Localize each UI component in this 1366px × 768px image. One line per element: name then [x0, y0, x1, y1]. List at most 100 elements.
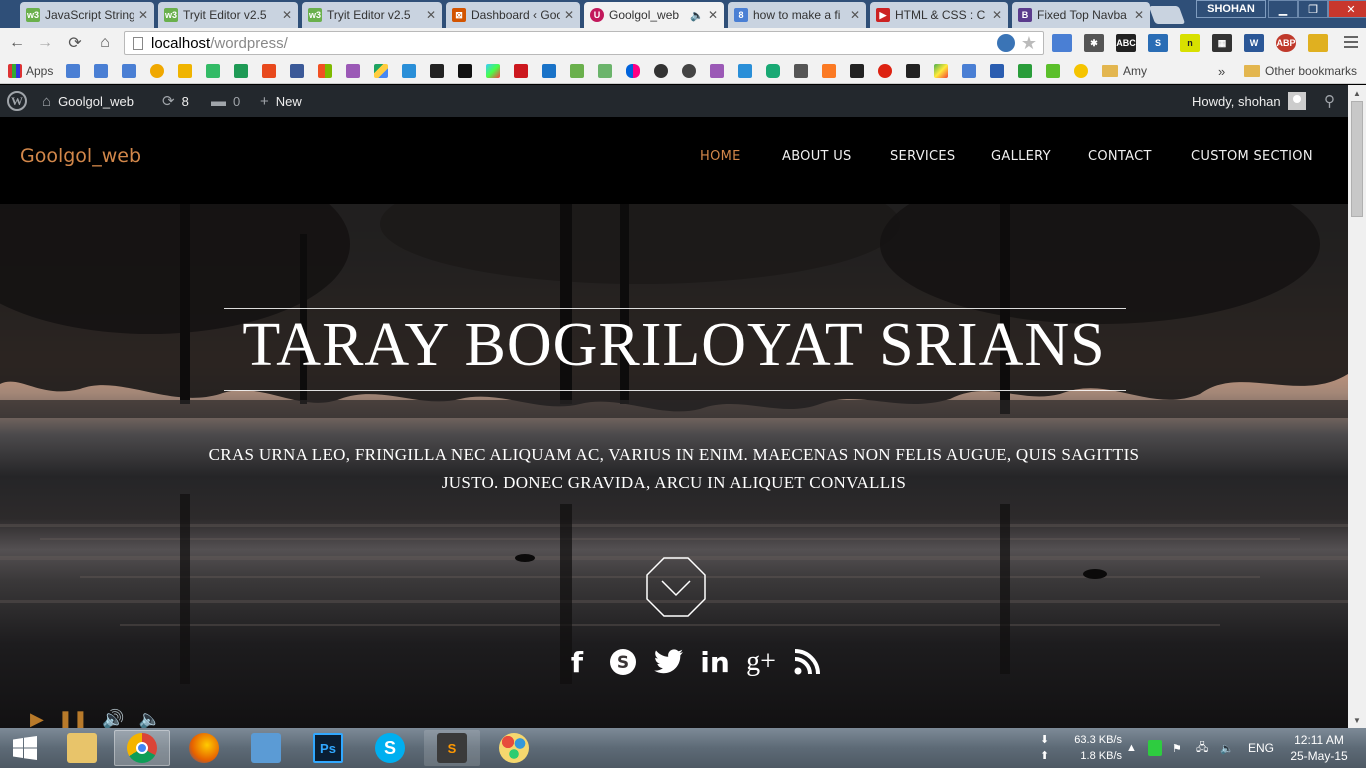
close-icon[interactable]: ✕ [850, 8, 860, 22]
reload-button[interactable]: ⟳ [64, 33, 86, 53]
chrome-menu-icon[interactable] [1344, 36, 1358, 51]
bookmark-play[interactable] [486, 63, 504, 79]
bookmark-t[interactable] [346, 63, 364, 79]
close-icon[interactable]: ✕ [564, 8, 574, 22]
abc-extension-icon[interactable]: ABC [1116, 34, 1136, 52]
word-extension-icon[interactable]: W [1244, 34, 1264, 52]
maximize-button[interactable]: ❐ [1298, 0, 1328, 18]
back-button[interactable]: ← [6, 33, 28, 53]
scroll-down-arrow-icon[interactable]: ▼ [1348, 712, 1366, 728]
bookmark-google-2[interactable] [94, 63, 112, 79]
bookmark-amy[interactable]: Amy [1102, 63, 1147, 79]
taskbar-firefox[interactable] [176, 730, 232, 766]
profile-button[interactable]: SHOHAN [1196, 0, 1266, 18]
tab-goolgol-web[interactable]: U Goolgol_web 🔈 ✕ [584, 2, 724, 28]
site-name-menu[interactable]: ⌂ Goolgol_web [42, 85, 134, 117]
scroll-down-button[interactable] [646, 557, 706, 617]
bookmark-google-4[interactable] [962, 63, 980, 79]
start-button[interactable] [4, 732, 46, 764]
bookmark-quill[interactable] [710, 63, 728, 79]
google-plus-icon[interactable]: g+ [738, 644, 784, 680]
rss-icon[interactable] [784, 644, 830, 680]
bookmark-bus[interactable] [850, 63, 868, 79]
adblock-icon[interactable]: ABP [1276, 34, 1296, 52]
site-brand[interactable]: Goolgol_web [20, 145, 141, 167]
bookmark-feather[interactable] [430, 63, 448, 79]
bookmark-drive[interactable] [374, 63, 392, 79]
bookmark-xe[interactable] [206, 63, 224, 79]
scroll-thumb[interactable] [1351, 101, 1363, 217]
bookmark-sheets[interactable] [234, 63, 252, 79]
taskbar-sublime[interactable]: S [424, 730, 480, 766]
bookmark-w3schools[interactable] [570, 63, 588, 79]
updates-menu[interactable]: ⟳ 8 [162, 85, 189, 117]
nav-home[interactable]: HOME [700, 149, 741, 164]
window-close-button[interactable]: ✕ [1328, 0, 1366, 18]
page-scrollbar[interactable]: ▲ ▼ [1348, 85, 1366, 728]
admin-search-button[interactable]: ⚲ [1324, 85, 1335, 117]
bookmark-red[interactable] [878, 63, 896, 79]
bookmark-jp[interactable] [542, 63, 560, 79]
bookmark-facebook[interactable] [290, 63, 308, 79]
facebook-icon[interactable]: f [554, 644, 600, 680]
bookmarks-overflow-button[interactable]: » [1218, 63, 1225, 79]
bookmark-bird[interactable] [1046, 63, 1064, 79]
bookmark-maps[interactable] [934, 63, 952, 79]
bug-extension-icon[interactable]: ✱ [1084, 34, 1104, 52]
close-icon[interactable]: ✕ [426, 8, 436, 22]
tab-how-to-make[interactable]: 8 how to make a fi ✕ [728, 2, 866, 28]
volume-up-icon[interactable]: 🔊 [102, 709, 124, 728]
tray-app-icon[interactable] [1148, 728, 1162, 768]
bookmark-android[interactable] [906, 63, 924, 79]
tab-html-css[interactable]: ▶ HTML & CSS : C ✕ [870, 2, 1008, 28]
system-clock[interactable]: 12:11 AM 25-May-15 [1280, 732, 1358, 764]
bookmark-w-blue[interactable] [738, 63, 756, 79]
play-icon[interactable]: ▶ [30, 709, 44, 728]
forward-button[interactable]: → [34, 33, 56, 53]
address-bar[interactable]: localhost/wordpress/ ★ [124, 31, 1044, 55]
close-icon[interactable]: ✕ [1134, 8, 1144, 22]
comments-menu[interactable]: ▬ 0 [211, 85, 240, 117]
n-extension-icon[interactable]: n [1180, 34, 1200, 52]
wp-logo-menu[interactable]: W [7, 85, 27, 117]
bookmark-alien[interactable] [654, 63, 672, 79]
tab-tryit-editor[interactable]: w3 Tryit Editor v2.5 ✕ [158, 2, 298, 28]
close-icon[interactable]: ✕ [138, 8, 148, 22]
minimize-button[interactable]: ▁ [1268, 0, 1298, 18]
taskbar-app-blue[interactable] [238, 730, 294, 766]
linkedin-icon[interactable]: in [692, 644, 738, 680]
taskbar-file-explorer[interactable] [54, 730, 110, 766]
skype-icon[interactable]: S [600, 644, 646, 680]
bookmark-triangle[interactable] [1074, 63, 1092, 79]
taskbar-photoshop[interactable]: Ps [300, 730, 356, 766]
battery-extension-icon[interactable] [1308, 34, 1328, 52]
network-icon[interactable]: 🖧 [1196, 728, 1208, 768]
volume-icon[interactable]: 🔈 [1220, 728, 1234, 768]
bookmark-w3[interactable] [458, 63, 476, 79]
taskbar-skype[interactable]: S [362, 730, 418, 766]
bookmark-google[interactable] [66, 63, 84, 79]
tab-fixed-top-navbar[interactable]: B Fixed Top Navba ✕ [1012, 2, 1150, 28]
bookmark-panda[interactable] [682, 63, 700, 79]
bookmark-flickr[interactable] [626, 63, 644, 79]
tab-tryit-editor-2[interactable]: w3 Tryit Editor v2.5 ✕ [302, 2, 442, 28]
apps-shortcut[interactable]: Apps [8, 63, 53, 79]
bookmark-w[interactable] [402, 63, 420, 79]
bookmark-nl[interactable] [1018, 63, 1036, 79]
bookmark-star-icon[interactable]: ★ [1021, 34, 1037, 52]
tray-overflow-button[interactable]: ▲ [1126, 728, 1137, 768]
bookmark-bing[interactable] [178, 63, 196, 79]
nav-about-us[interactable]: ABOUT US [782, 149, 852, 164]
other-bookmarks[interactable]: Other bookmarks [1244, 63, 1357, 79]
nav-gallery[interactable]: GALLERY [991, 149, 1051, 164]
bookmark-google-3[interactable] [122, 63, 140, 79]
s-extension-icon[interactable]: S [1148, 34, 1168, 52]
extension-icon[interactable] [1052, 34, 1072, 52]
bookmark-youtube[interactable] [514, 63, 532, 79]
close-icon[interactable]: ✕ [708, 8, 718, 22]
nav-contact[interactable]: CONTACT [1088, 149, 1152, 164]
bookmark-xampp[interactable] [822, 63, 840, 79]
new-tab-button[interactable] [1148, 6, 1186, 24]
nav-custom-section[interactable]: CUSTOM SECTION [1191, 149, 1313, 164]
close-icon[interactable]: ✕ [992, 8, 1002, 22]
